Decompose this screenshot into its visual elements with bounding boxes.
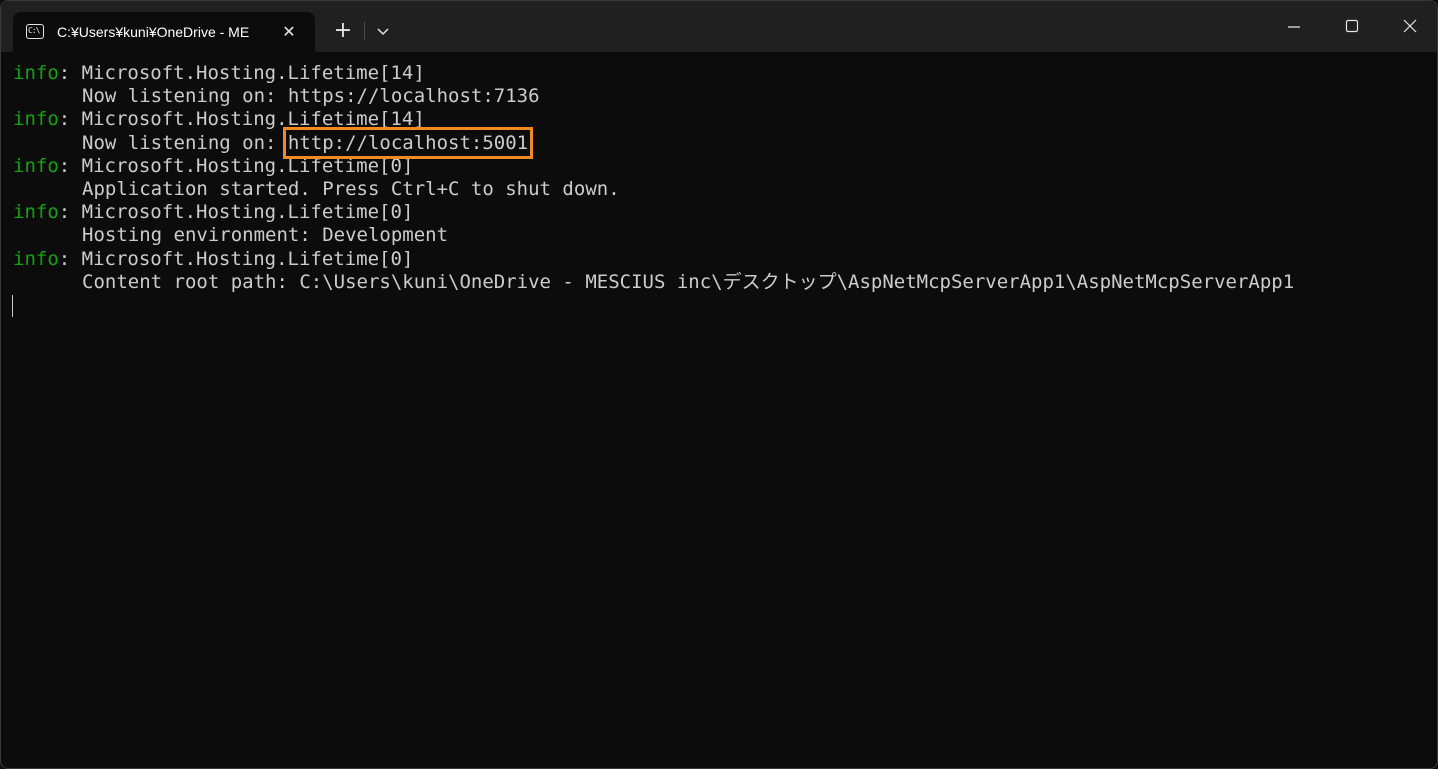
minimize-icon [1288,26,1300,28]
log-source: : Microsoft.Hosting.Lifetime[0] [58,247,414,270]
highlighted-listening-url: http://localhost:5001 [282,126,534,159]
tab-title: C:¥Users¥kuni¥OneDrive - ME [57,24,250,40]
log-message: Content root path: C:\Users\kuni\OneDriv… [82,270,1295,293]
minimize-button[interactable] [1265,1,1323,52]
log-header-line: info: Microsoft.Hosting.Lifetime[14] [13,108,1294,131]
log-source: : Microsoft.Hosting.Lifetime[14] [58,62,425,84]
terminal-output[interactable]: info: Microsoft.Hosting.Lifetime[14] Now… [1,52,1437,768]
log-header-line: info: Microsoft.Hosting.Lifetime[0] [13,248,1294,271]
log-message: Hosting environment: Development [82,224,449,247]
log-level: info [13,247,59,270]
maximize-icon [1345,19,1359,33]
log-level: info [13,108,59,131]
close-icon [1403,19,1417,33]
close-tab-icon[interactable]: ✕ [279,22,299,42]
command-prompt-icon: C:\ [26,24,44,39]
log-message: Application started. Press Ctrl+C to shu… [82,177,620,200]
listening-url: https://localhost:7136 [287,85,540,108]
log-source: : Microsoft.Hosting.Lifetime[14] [58,108,425,131]
log-level: info [13,201,59,224]
log-source: : Microsoft.Hosting.Lifetime[0] [58,201,414,224]
log-header-line: info: Microsoft.Hosting.Lifetime[0] [13,201,1294,224]
tab-separator [364,22,365,40]
log-message-line: Hosting environment: Development [13,224,1294,247]
log-level: info [13,62,59,84]
log-source: : Microsoft.Hosting.Lifetime[0] [58,154,414,177]
log-message-line: Content root path: C:\Users\kuni\OneDriv… [13,271,1294,294]
log-message-line: Now listening on: https://localhost:7136 [13,85,1294,108]
log-level: info [13,154,59,177]
log-header-line: info: Microsoft.Hosting.Lifetime[0] [13,155,1294,178]
log-message-line: Now listening on: http://localhost:5001 [13,126,1294,159]
text-cursor [12,295,13,317]
title-bar[interactable]: C:\ C:¥Users¥kuni¥OneDrive - ME ✕ + [1,1,1437,52]
log-message: Now listening on: [82,131,288,154]
new-tab-button[interactable]: + [326,15,360,47]
maximize-button[interactable] [1323,1,1381,52]
log-header-line: info: Microsoft.Hosting.Lifetime[14] [13,62,1294,85]
terminal-tab[interactable]: C:\ C:¥Users¥kuni¥OneDrive - ME ✕ [13,12,315,52]
log-message-line: Application started. Press Ctrl+C to shu… [13,178,1294,201]
close-window-button[interactable] [1381,1,1437,52]
terminal-window: C:\ C:¥Users¥kuni¥OneDrive - ME ✕ + info… [0,0,1438,769]
log-message: Now listening on: [82,85,288,108]
chevron-down-icon [377,28,389,36]
tab-dropdown-button[interactable] [369,15,397,47]
log-lines: info: Microsoft.Hosting.Lifetime[14] Now… [13,62,1294,294]
